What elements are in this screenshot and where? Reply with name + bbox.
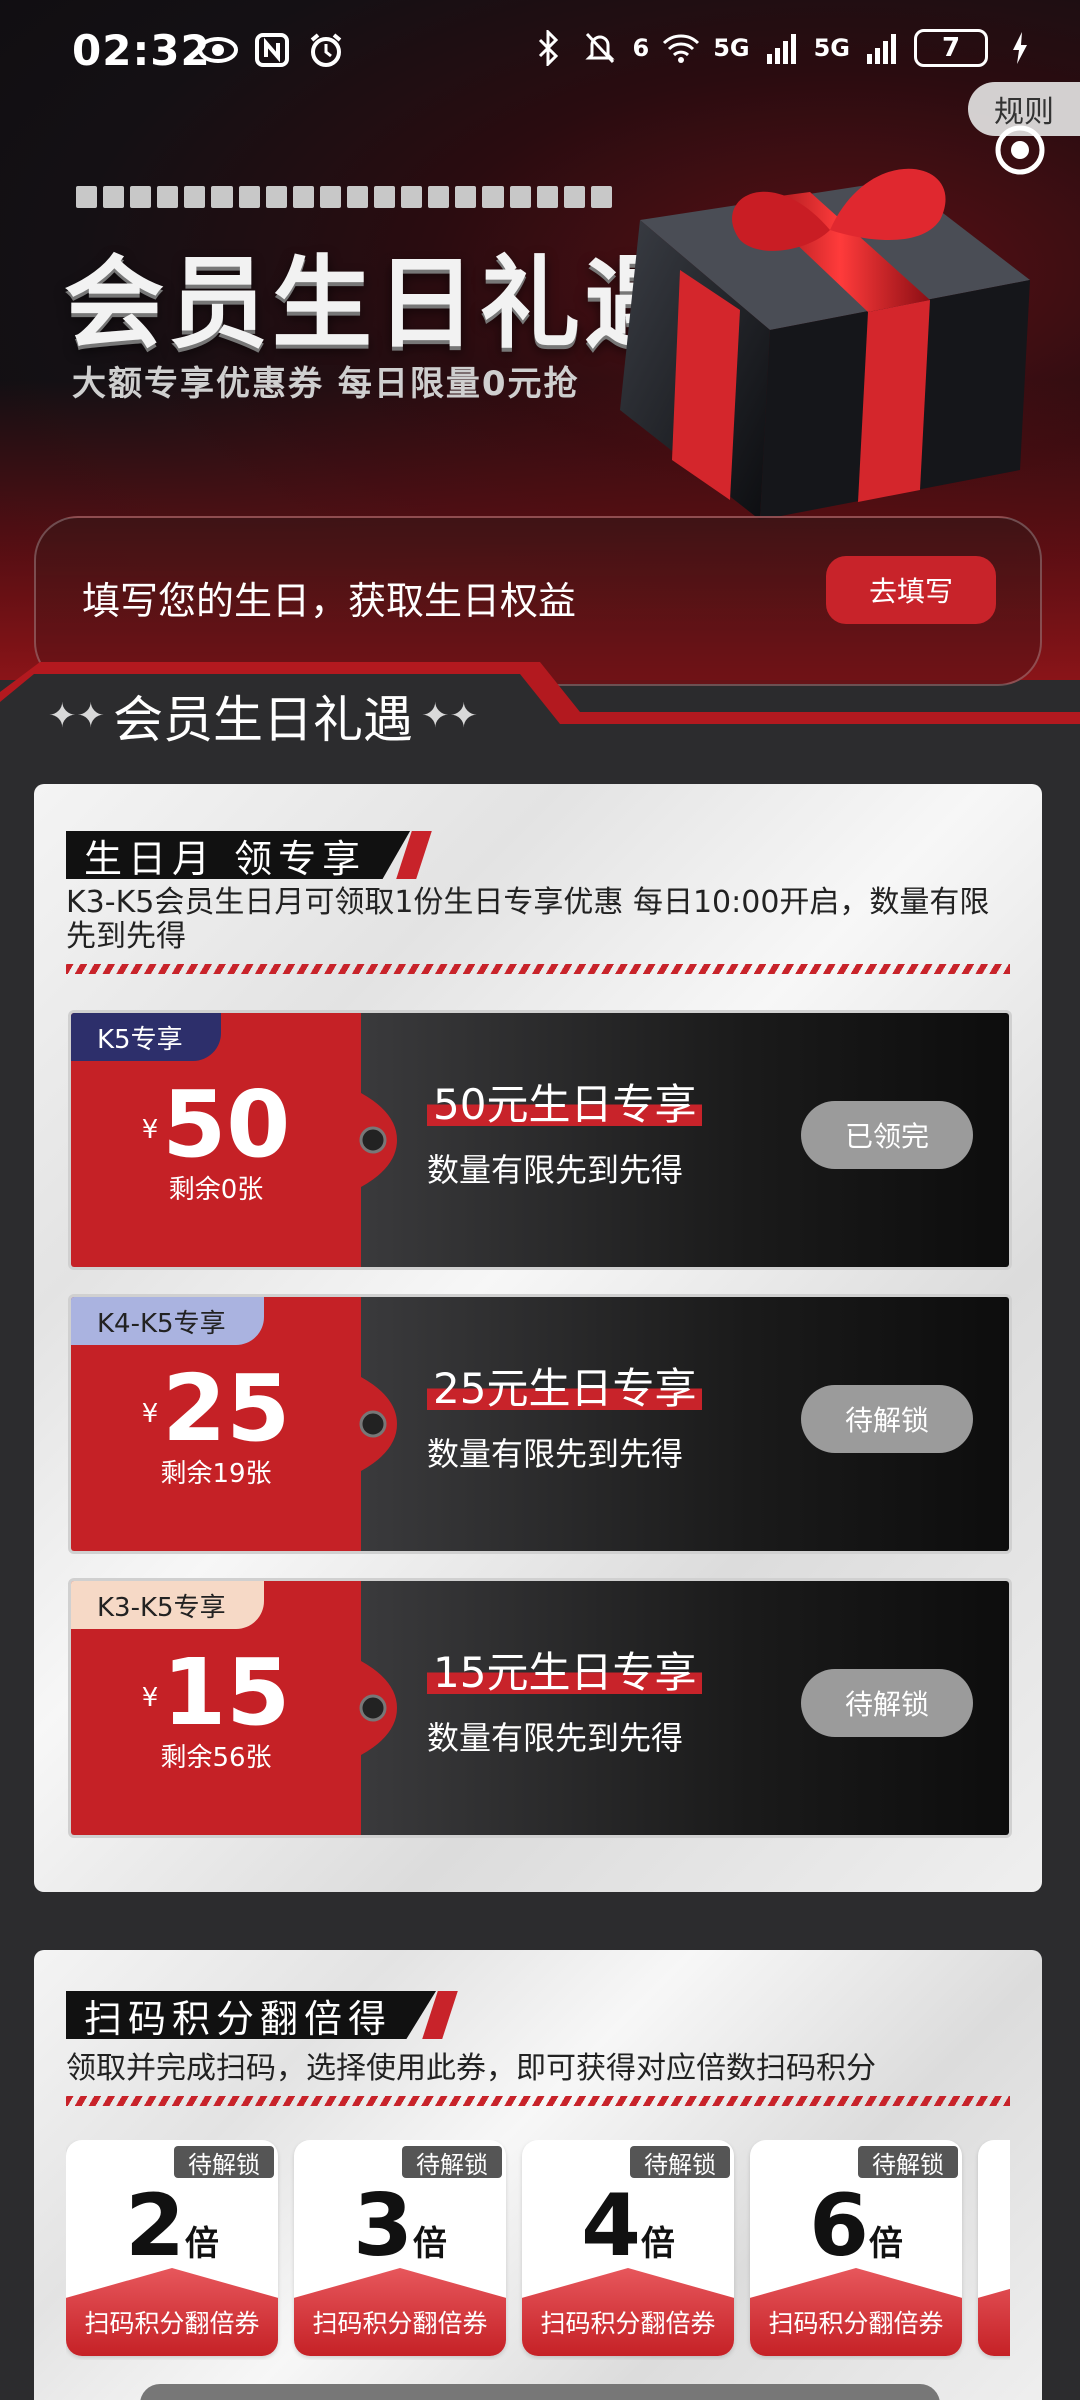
charging-icon (1000, 28, 1040, 68)
locked-badge: 待解锁 (630, 2146, 730, 2179)
card-heading: 扫码积分翻倍得 (66, 1990, 458, 2040)
birthday-benefits-page: 02:32 6 5G 5G 7 规则 会员生日礼遇 大额专享优惠券 每日限量0元… (0, 0, 1080, 2400)
coupon-claimed-button[interactable]: 已领完 (801, 1101, 973, 1169)
sparkle-icon: ✦✦ (420, 696, 478, 736)
coupon-title: 15元生日专享 (427, 1639, 703, 1700)
locked-badge: 待解锁 (858, 2146, 958, 2179)
coupon-title: 25元生日专享 (427, 1355, 703, 1416)
coupon-remaining: 剩余0张 (168, 1175, 264, 1205)
hero-title: 会员生日礼遇 (64, 245, 688, 362)
hero-banner: 02:32 6 5G 5G 7 规则 会员生日礼遇 大额专享优惠券 每日限量0元… (0, 0, 1080, 686)
birthday-month-description: K3-K5会员生日月可领取1份生日专享优惠 每日10:00开启，数量有限先到先得 (66, 885, 990, 954)
coupon-unlock-button[interactable]: 待解锁 (801, 1669, 973, 1737)
coupon-subtitle: 数量有限先到先得 (427, 1435, 684, 1473)
coupon-amount: ¥25 (141, 1355, 291, 1462)
multiplier-tile[interactable]: 待解锁 4倍 扫码积分翻倍券 (522, 2140, 734, 2356)
battery-indicator: 7 (914, 29, 988, 67)
coupon-tier-tag: K3-K5专享 (71, 1581, 264, 1629)
coupon-amount: ¥15 (141, 1639, 291, 1746)
coupon-card: 15元生日专享 数量有限先到先得 待解锁 K3-K5专享 ¥15 剩余56张 (68, 1578, 1012, 1838)
coupon-card: 50元生日专享 数量有限先到先得 已领完 K5专享 ¥50 剩余0张 (68, 1010, 1012, 1270)
coupon-remaining: 剩余19张 (160, 1459, 272, 1489)
gift-box-icon (620, 168, 1030, 520)
birthday-month-card: 生日月 领专享 K3-K5会员生日月可领取1份生日专享优惠 每日10:00开启，… (34, 784, 1042, 1892)
divider (66, 2096, 1010, 2106)
divider (66, 964, 1010, 974)
hero-subtitle: 大额专享优惠券 每日限量0元抢 (72, 364, 580, 404)
scan-points-card: 扫码积分翻倍得 领取并完成扫码，选择使用此券，即可获得对应倍数扫码积分 待解锁 … (34, 1950, 1042, 2400)
coupon-tier-tag: K5专享 (71, 1013, 221, 1061)
coupon-amount: ¥50 (141, 1071, 291, 1178)
multiplier-tile[interactable]: 待解锁 3倍 扫码积分翻倍券 (294, 2140, 506, 2356)
status-bar: 02:32 6 5G 5G 7 (0, 0, 1080, 100)
multiplier-tile[interactable]: 待解锁 2倍 扫码积分翻倍券 (66, 2140, 278, 2356)
multiplier-tile[interactable]: 待解锁 6倍 扫码积分翻倍券 (750, 2140, 962, 2356)
birthday-month-heading: 生日月 领专享 (66, 831, 411, 879)
coupon-subtitle: 数量有限先到先得 (427, 1151, 684, 1189)
coupon-subtitle: 数量有限先到先得 (427, 1719, 684, 1757)
locked-badge: 待解锁 (174, 2146, 274, 2179)
card-heading: 生日月 领专享 (66, 830, 432, 880)
fill-birthday-button[interactable]: 去填写 (826, 556, 996, 624)
nfc-icon (252, 30, 292, 70)
scan-points-heading: 扫码积分翻倍得 (66, 1991, 437, 2039)
mute-bell-icon (580, 28, 620, 68)
alarm-icon (306, 30, 346, 70)
bluetooth-icon (528, 28, 568, 68)
coupon-card: 25元生日专享 数量有限先到先得 待解锁 K4-K5专享 ¥25 剩余19张 (68, 1294, 1012, 1554)
coupon-remaining: 剩余56张 (160, 1743, 272, 1773)
signal-icon (862, 28, 902, 68)
coupon-tier-tag: K4-K5专享 (71, 1297, 264, 1345)
coupon-unlock-button[interactable]: 待解锁 (801, 1385, 973, 1453)
locked-badge: 待解锁 (402, 2146, 502, 2179)
birthday-input-card: 填写您的生日，获取生日权益 去填写 (34, 516, 1042, 686)
status-time: 02:32 (72, 26, 211, 75)
scan-points-description: 领取并完成扫码，选择使用此券，即可获得对应倍数扫码积分 (66, 2051, 876, 2086)
section-title: ✦✦ 会员生日礼遇 ✦✦ (48, 691, 478, 749)
eye-icon (198, 30, 238, 70)
coupon-title: 50元生日专享 (427, 1071, 703, 1132)
wifi-icon (661, 28, 701, 68)
bottom-action-bar[interactable] (140, 2384, 940, 2400)
multiplier-tile-partial[interactable] (978, 2140, 1010, 2356)
sparkle-icon: ✦✦ (48, 696, 105, 736)
birthday-prompt-text: 填写您的生日，获取生日权益 (82, 579, 577, 623)
signal-icon (762, 28, 802, 68)
title-decoration-strip (76, 186, 612, 208)
multiplier-tiles-scroller[interactable]: 待解锁 2倍 扫码积分翻倍券 待解锁 3倍 扫码积分翻倍券 待解锁 4倍 扫码积… (66, 2140, 1010, 2360)
